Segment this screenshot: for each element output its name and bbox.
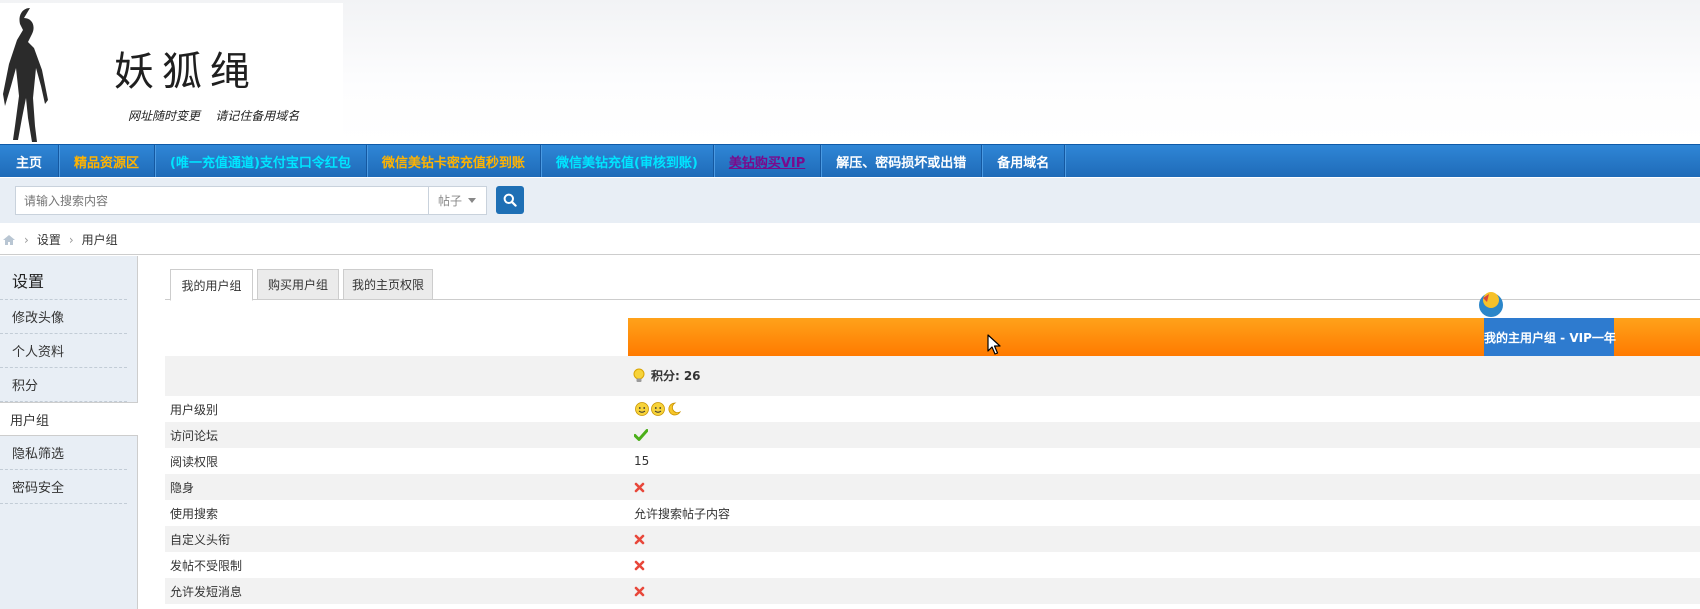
points-row — [165, 356, 1700, 396]
tab-homepage-permissions[interactable]: 我的主页权限 — [343, 269, 433, 300]
sidebar-item-label: 密码安全 — [12, 481, 65, 496]
search-input[interactable] — [15, 186, 428, 215]
sidebar-title: 设置 — [0, 256, 127, 300]
sidebar-item-label: 个人资料 — [12, 345, 65, 360]
sidebar-item-password[interactable]: 密码安全 — [0, 470, 127, 504]
sidebar-item-label: 积分 — [12, 379, 39, 394]
permission-row-custom-title: 自定义头衔 — [165, 526, 1700, 552]
sidebar-item-avatar[interactable]: 修改头像 — [0, 300, 127, 334]
permission-row-send-pm: 允许发短消息 — [165, 578, 1700, 604]
permission-value-text: 15 — [634, 454, 650, 468]
main-usergroup-text: 我的主用户组 - VIP一年 — [1484, 330, 1616, 345]
permission-label: 自定义头衔 — [170, 532, 231, 547]
moon-icon — [668, 402, 682, 416]
chevron-down-icon — [468, 198, 477, 203]
tab-my-usergroup[interactable]: 我的用户组 — [170, 269, 253, 301]
site-title: 妖狐绳 — [114, 49, 258, 95]
nav-item-backup-domain[interactable]: 备用域名 — [982, 145, 1066, 177]
site-header: 妖狐绳 网址随时变更 请记住备用域名 — [0, 0, 1700, 144]
permission-label: 使用搜索 — [170, 506, 219, 521]
nav-item-label: 微信美钻卡密充值秒到账 — [381, 155, 525, 171]
home-icon[interactable] — [2, 234, 16, 246]
permission-value — [628, 482, 1700, 493]
nav-item-label: 精品资源区 — [74, 155, 140, 171]
points-label: 积分: — [651, 369, 680, 383]
sun-face-icon — [651, 402, 665, 416]
permission-label: 发帖不受限制 — [170, 558, 243, 573]
usergroup-badge-icon — [1479, 292, 1503, 317]
permission-label: 允许发短消息 — [170, 584, 243, 599]
permission-label: 访问论坛 — [170, 428, 219, 443]
main-usergroup-label: 我的主用户组 - VIP一年 — [1484, 318, 1616, 356]
nav-item-label: 解压、密码损坏或出错 — [836, 155, 967, 171]
breadcrumb-separator: › — [68, 232, 74, 247]
permission-value — [628, 429, 1700, 441]
nav-item-featured-resources[interactable]: 精品资源区 — [59, 145, 156, 177]
permission-row-post-unlimited: 发帖不受限制 — [165, 552, 1700, 578]
breadcrumb-separator: › — [24, 232, 29, 247]
permission-row-user-level: 用户级别 — [165, 396, 1700, 422]
permission-label: 隐身 — [170, 480, 195, 495]
breadcrumb-settings[interactable]: 设置 — [37, 231, 61, 248]
sun-face-icon — [635, 402, 649, 416]
nav-item-wechat-card-recharge[interactable]: 微信美钻卡密充值秒到账 — [367, 145, 541, 177]
usergroup-tabs: 我的用户组 购买用户组 我的主页权限 — [165, 268, 1700, 301]
points-display: 积分: 26 — [633, 367, 701, 384]
nav-item-home[interactable]: 主页 — [0, 145, 60, 177]
nav-item-buy-vip[interactable]: 美钻购买VIP — [714, 145, 822, 177]
breadcrumb: › 设置 › 用户组 — [0, 225, 1700, 255]
permission-label: 阅读权限 — [170, 454, 219, 469]
tab-buy-usergroup[interactable]: 购买用户组 — [257, 269, 339, 300]
nav-item-decompress-help[interactable]: 解压、密码损坏或出错 — [821, 145, 983, 177]
permission-value: 15 — [628, 454, 1700, 468]
main-nav: 主页 精品资源区 (唯一充值通道)支付宝口令红包 微信美钻卡密充值秒到账 微信美钻充值(… — [0, 144, 1700, 177]
permission-row-invisible: 隐身 — [165, 474, 1700, 500]
cross-icon — [634, 482, 645, 492]
permission-row-use-search: 使用搜索 允许搜索帖子内容 — [165, 500, 1700, 526]
permission-value — [628, 586, 1700, 597]
mouse-cursor-icon — [987, 334, 1001, 355]
nav-item-label: 美钻购买VIP — [728, 155, 806, 171]
lightbulb-icon — [633, 368, 645, 382]
nav-item-label: 主页 — [16, 155, 43, 171]
cross-icon — [634, 586, 645, 596]
sidebar-item-label: 用户组 — [10, 413, 50, 429]
check-icon — [634, 429, 648, 441]
points-value: 26 — [683, 368, 701, 383]
sidebar-item-label: 修改头像 — [12, 311, 65, 326]
tab-label: 购买用户组 — [267, 278, 328, 292]
breadcrumb-usergroup[interactable]: 用户组 — [82, 231, 118, 248]
permission-value-text: 允许搜索帖子内容 — [634, 506, 731, 521]
permission-label: 用户级别 — [170, 402, 219, 417]
cross-icon — [634, 560, 645, 570]
permission-value: 允许搜索帖子内容 — [628, 505, 1700, 522]
nav-item-label: (唯一充值通道)支付宝口令红包 — [170, 155, 351, 171]
logo-figure-icon — [3, 8, 48, 142]
permission-row-read-permission: 阅读权限 15 — [165, 448, 1700, 474]
search-type-select[interactable]: 帖子 — [428, 186, 487, 215]
site-slogan: 网址随时变更 请记住备用域名 — [128, 109, 300, 123]
nav-item-wechat-recharge-review[interactable]: 微信美钻充值(审核到账) — [541, 145, 714, 177]
tab-label: 我的主页权限 — [351, 278, 424, 292]
permission-row-visit-forum: 访问论坛 — [165, 422, 1700, 448]
permission-value — [628, 560, 1700, 571]
site-logo[interactable]: 妖狐绳 网址随时变更 请记住备用域名 — [0, 3, 343, 142]
search-type-label: 帖子 — [438, 194, 463, 208]
sidebar-item-profile[interactable]: 个人资料 — [0, 334, 127, 368]
sidebar: 设置 修改头像 个人资料 积分 用户组 隐私筛选 密码安全 — [0, 256, 138, 609]
search-bar: 帖子 — [0, 178, 1700, 223]
tab-label: 我的用户组 — [181, 278, 242, 293]
nav-item-alipay-recharge[interactable]: (唯一充值通道)支付宝口令红包 — [155, 145, 367, 177]
search-button[interactable] — [496, 186, 524, 214]
sidebar-item-label: 隐私筛选 — [12, 447, 65, 462]
sidebar-item-usergroup[interactable]: 用户组 — [0, 402, 138, 436]
permission-value — [628, 401, 1700, 417]
nav-item-label: 备用域名 — [997, 155, 1050, 171]
sidebar-item-privacy[interactable]: 隐私筛选 — [0, 436, 127, 470]
sidebar-item-points[interactable]: 积分 — [0, 368, 127, 402]
permission-value — [628, 534, 1700, 545]
cross-icon — [634, 534, 645, 544]
search-icon — [503, 193, 517, 207]
nav-item-label: 微信美钻充值(审核到账) — [555, 155, 698, 171]
